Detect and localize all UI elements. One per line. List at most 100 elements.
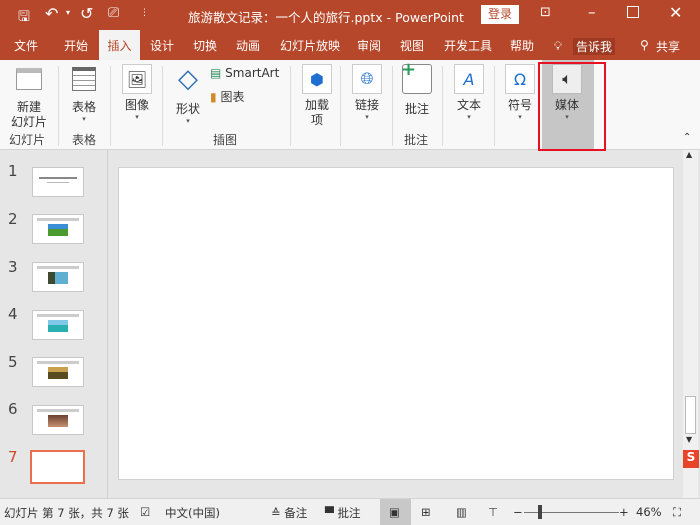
title-bar: 🖫 ↶ ▾ ↺ ⎚ ⋮ 旅游散文记录：一个人的旅行.pptx - PowerPo… (0, 0, 700, 30)
presenter-icon[interactable]: ⎚ (108, 5, 119, 21)
new-slide-button[interactable]: 新建 幻灯片 (6, 64, 52, 130)
zoom-slider-thumb[interactable] (538, 505, 542, 519)
tab-design[interactable]: 设计 (143, 30, 181, 60)
undo-icon[interactable]: ↶ (45, 4, 58, 23)
table-button[interactable]: 表格 ▾ (64, 64, 104, 123)
group-label-tables: 表格 (72, 133, 97, 147)
thumbnail-pane: 1 2 3 4 5 6 7 (0, 150, 108, 498)
slide-info: 幻灯片 第 7 张，共 7 张 (4, 506, 129, 520)
tell-me-input[interactable]: 告诉我 (573, 38, 616, 55)
tab-file[interactable]: 文件 (6, 30, 46, 60)
symbol-button[interactable]: Ω 符号 ▾ (503, 64, 537, 121)
shape-label: 形状 (175, 102, 200, 116)
group-label-comments: 批注 (404, 133, 429, 147)
collapse-ribbon-icon[interactable]: ⌃ (683, 132, 691, 143)
slide-number: 1 (8, 162, 18, 180)
scroll-thumb[interactable] (685, 396, 696, 434)
language[interactable]: 中文(中国) (165, 505, 220, 521)
slide-sorter-icon[interactable]: ⊞ (421, 505, 431, 519)
tab-help[interactable]: 帮助 (505, 30, 539, 60)
text-button[interactable]: A 文本 ▾ (452, 64, 486, 121)
comment-label: 批注 (404, 102, 429, 116)
share-button[interactable]: 共享 (656, 38, 680, 55)
shape-button[interactable]: ◇ 形状 ▾ (170, 64, 206, 125)
comment-button[interactable]: + 批注 (400, 59, 434, 117)
login-button[interactable]: 登录 (481, 5, 519, 24)
tab-insert[interactable]: 插入 (99, 30, 140, 60)
redo-icon[interactable]: ↺ (80, 4, 93, 23)
sogou-ime-icon[interactable]: S (683, 450, 699, 468)
slide-number: 3 (8, 258, 18, 276)
zoom-level[interactable]: 46% (636, 505, 662, 519)
new-slide-label: 新建 幻灯片 (10, 100, 47, 129)
tab-animations[interactable]: 动画 (229, 30, 267, 60)
omega-icon: Ω (505, 64, 535, 94)
slide-thumbnail-7[interactable] (30, 450, 85, 484)
save-icon[interactable]: 🖫 (18, 6, 30, 30)
status-bar: 幻灯片 第 7 张，共 7 张 ☑ 中文(中国) ≙ 备注 ▀ 批注 ▣ ⊞ ▥… (0, 498, 700, 525)
fit-to-window-icon[interactable]: ⛶ (673, 505, 681, 520)
slide-thumbnail-1[interactable] (32, 167, 84, 197)
addins-label: 加载 项 (304, 98, 329, 127)
link-label: 链接 (354, 98, 379, 112)
slide-thumbnail-4[interactable] (32, 310, 84, 340)
share-icon[interactable]: ⚲ (640, 38, 649, 52)
table-icon (69, 64, 99, 94)
notes-button[interactable]: ≙ 备注 (271, 505, 307, 521)
lightbulb-icon: 💡︎ (553, 39, 563, 53)
smartart-icon: ▤ (210, 66, 222, 80)
image-button[interactable]: 🖼︎ 图像 ▾ (119, 64, 155, 121)
table-label: 表格 (71, 100, 96, 114)
maximize-icon[interactable] (627, 6, 639, 18)
link-button[interactable]: 🌐︎ 链接 ▾ (350, 64, 384, 121)
image-icon: 🖼︎ (122, 64, 152, 94)
scroll-up-icon[interactable]: ▲ (686, 150, 692, 159)
zoom-out-button[interactable]: − (513, 505, 523, 519)
smartart-button[interactable]: ▤ SmartArt (210, 66, 279, 80)
tab-review[interactable]: 审阅 (352, 30, 386, 60)
spellcheck-icon[interactable]: ☑ (140, 505, 150, 519)
close-icon[interactable]: ✕ (669, 3, 682, 22)
comments-button[interactable]: ▀ 批注 (325, 505, 361, 521)
tab-slideshow[interactable]: 幻灯片放映 (278, 30, 342, 60)
minimize-icon[interactable]: – (588, 3, 596, 21)
ribbon: 新建 幻灯片 幻灯片 表格 ▾ 表格 🖼︎ 图像 ▾ ◇ 形状 ▾ ▤ Smar… (0, 59, 700, 151)
tab-view[interactable]: 视图 (395, 30, 429, 60)
slide-thumbnail-2[interactable] (32, 214, 84, 244)
vertical-scrollbar[interactable]: ▲ ▼ S (683, 150, 699, 498)
undo-dropdown-icon[interactable]: ▾ (66, 8, 70, 17)
text-label: 文本 (456, 98, 481, 112)
reading-view-icon[interactable]: ▥ (456, 505, 467, 519)
tab-developer[interactable]: 开发工具 (440, 30, 496, 60)
scroll-down-icon[interactable]: ▼ (686, 435, 692, 444)
slide-number: 6 (8, 400, 18, 418)
slide-number: 4 (8, 305, 18, 323)
comment-icon: + (401, 59, 432, 94)
slideshow-icon[interactable]: ⊤ (488, 505, 498, 519)
customize-icon[interactable]: ⋮ (140, 8, 149, 18)
zoom-in-button[interactable]: + (619, 505, 629, 519)
group-label-illustrations: 插图 (213, 133, 238, 147)
slide-thumbnail-6[interactable] (32, 405, 84, 435)
symbol-label: 符号 (507, 98, 532, 112)
tab-home[interactable]: 开始 (56, 30, 96, 60)
slide-number: 5 (8, 353, 18, 371)
ribbon-display-icon[interactable]: ⊡ (540, 5, 551, 20)
image-label: 图像 (124, 98, 149, 112)
slide-thumbnail-5[interactable] (32, 357, 84, 387)
slide-thumbnail-3[interactable] (32, 262, 84, 292)
smartart-label: SmartArt (225, 66, 280, 80)
addins-icon: ⬢ (302, 64, 332, 94)
normal-view-icon[interactable]: ▣ (389, 505, 400, 519)
slide-number: 7 (8, 448, 18, 466)
new-slide-icon (14, 64, 44, 94)
chart-button[interactable]: ▮ 图表 (210, 88, 244, 105)
chart-icon: ▮ (210, 90, 217, 104)
slide-number: 2 (8, 210, 18, 228)
group-label-slides: 幻灯片 (9, 133, 46, 147)
slide-canvas[interactable] (118, 167, 674, 480)
window-title: 旅游散文记录：一个人的旅行.pptx - PowerPoint (188, 10, 464, 25)
tab-transitions[interactable]: 切换 (186, 30, 224, 60)
text-icon: A (454, 64, 484, 94)
addins-button[interactable]: ⬢ 加载 项 (300, 64, 334, 128)
